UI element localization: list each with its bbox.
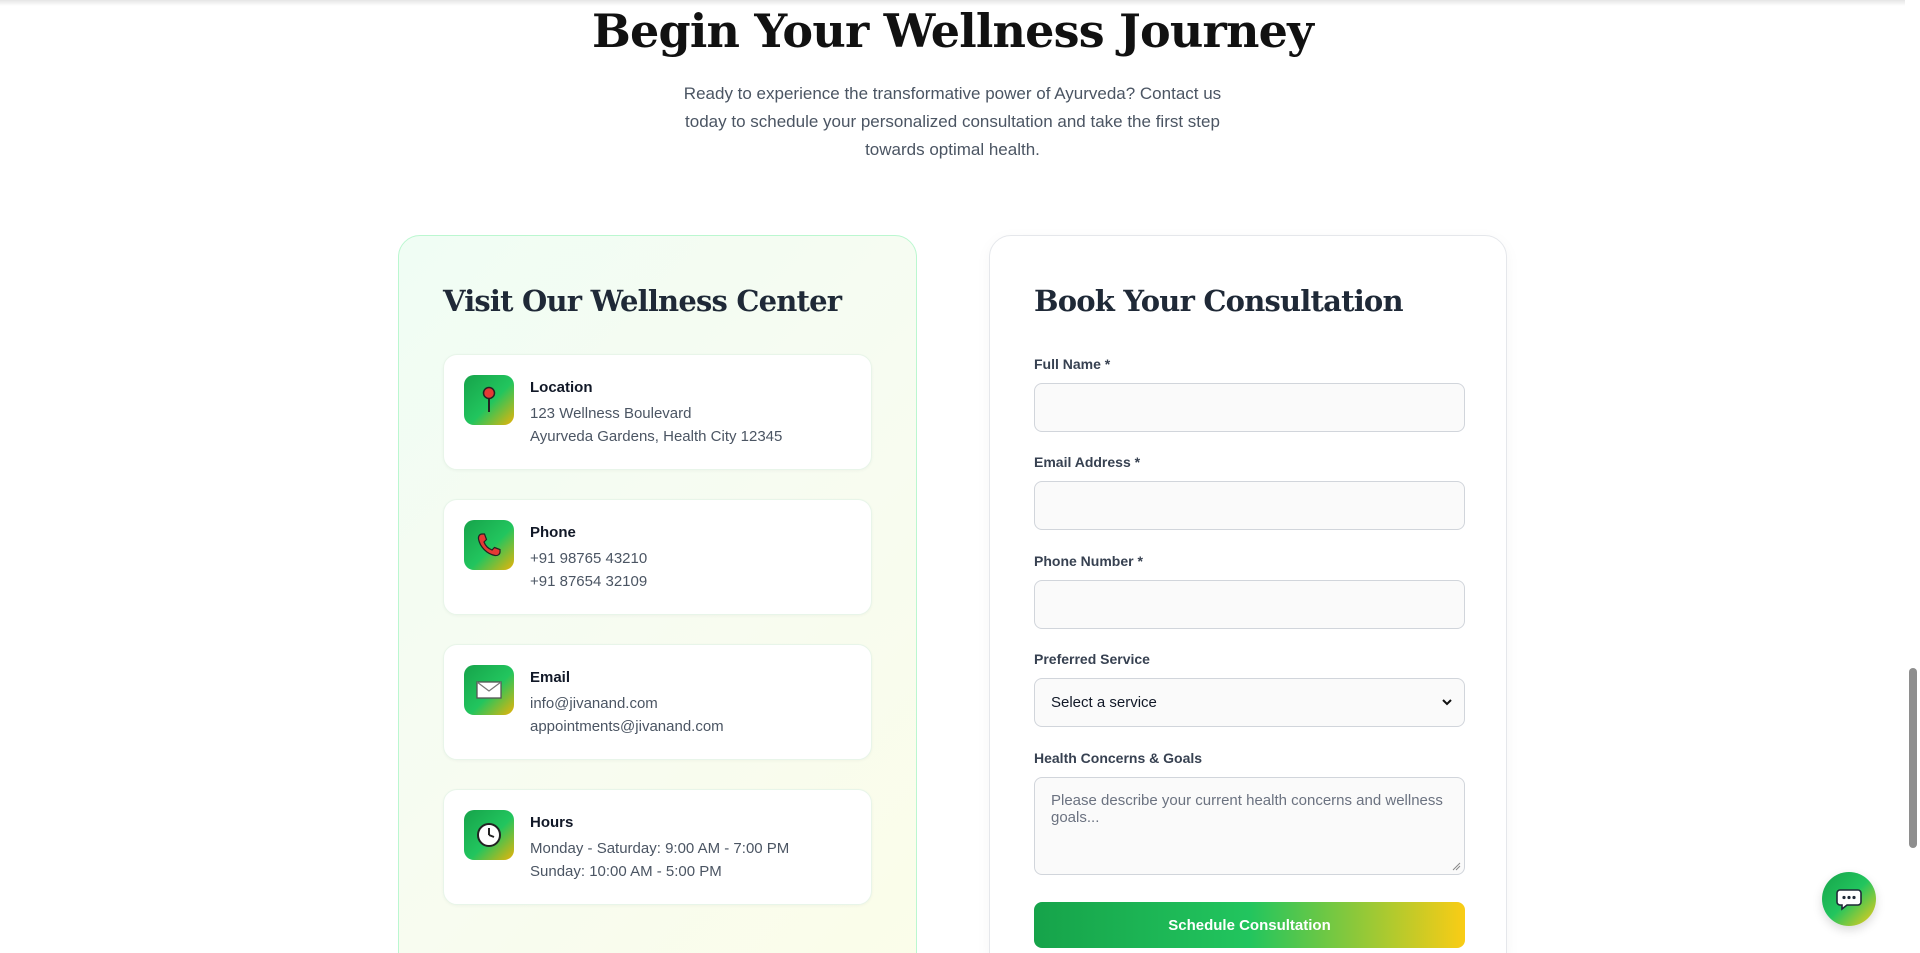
hours-line-1: Monday - Saturday: 9:00 AM - 7:00 PM [530, 840, 790, 857]
phone-title: Phone [530, 524, 576, 541]
chevron-down-icon [1442, 699, 1452, 706]
location-title: Location [530, 379, 593, 396]
envelope-icon [464, 665, 514, 715]
concerns-textarea[interactable]: Please describe your current health conc… [1034, 777, 1465, 875]
hours-title: Hours [530, 814, 574, 831]
full-name-input[interactable] [1034, 383, 1465, 432]
resize-handle-icon[interactable] [1452, 862, 1461, 871]
page-scrollbar[interactable] [1905, 0, 1920, 953]
phone-card: Phone +91 98765 43210 +91 87654 32109 [443, 499, 872, 615]
section-title: Begin Your Wellness Journey [591, 4, 1314, 58]
concerns-placeholder: Please describe your current health conc… [1051, 792, 1443, 826]
chat-button[interactable] [1822, 872, 1876, 926]
hours-line-2: Sunday: 10:00 AM - 5:00 PM [530, 863, 722, 880]
email-line-2: appointments@jivanand.com [530, 718, 724, 735]
info-heading: Visit Our Wellness Center [443, 284, 842, 318]
location-line-2: Ayurveda Gardens, Health City 12345 [530, 428, 783, 445]
form-heading: Book Your Consultation [1034, 284, 1404, 318]
telephone-icon [464, 520, 514, 570]
full-name-label: Full Name * [1034, 356, 1111, 372]
contact-info-panel: Visit Our Wellness Center Location 123 W… [398, 235, 917, 953]
clock-icon [464, 810, 514, 860]
service-select-value: Select a service [1051, 694, 1157, 711]
phone-line-2: +91 87654 32109 [530, 573, 648, 590]
email-title: Email [530, 669, 571, 686]
email-card: Email info@jivanand.com appointments@jiv… [443, 644, 872, 760]
email-line-1: info@jivanand.com [530, 695, 658, 712]
service-label: Preferred Service [1034, 651, 1150, 667]
chat-bubble-icon [1836, 889, 1862, 911]
schedule-consultation-button[interactable]: Schedule Consultation [1034, 902, 1465, 948]
consultation-form: Book Your Consultation Full Name * Email… [989, 235, 1507, 953]
email-input[interactable] [1034, 481, 1465, 530]
pushpin-icon [464, 375, 514, 425]
concerns-label: Health Concerns & Goals [1034, 750, 1203, 766]
location-line-1: 123 Wellness Boulevard [530, 405, 692, 422]
email-label: Email Address * [1034, 454, 1141, 470]
scrollbar-thumb[interactable] [1909, 668, 1917, 848]
section-subtitle: Ready to experience the transformative p… [683, 84, 1222, 159]
phone-line-1: +91 98765 43210 [530, 550, 648, 567]
phone-label: Phone Number * [1034, 553, 1143, 569]
hours-card: Hours Monday - Saturday: 9:00 AM - 7:00 … [443, 789, 872, 905]
service-select[interactable]: Select a service [1034, 678, 1465, 727]
location-card: Location 123 Wellness Boulevard Ayurveda… [443, 354, 872, 470]
phone-input[interactable] [1034, 580, 1465, 629]
